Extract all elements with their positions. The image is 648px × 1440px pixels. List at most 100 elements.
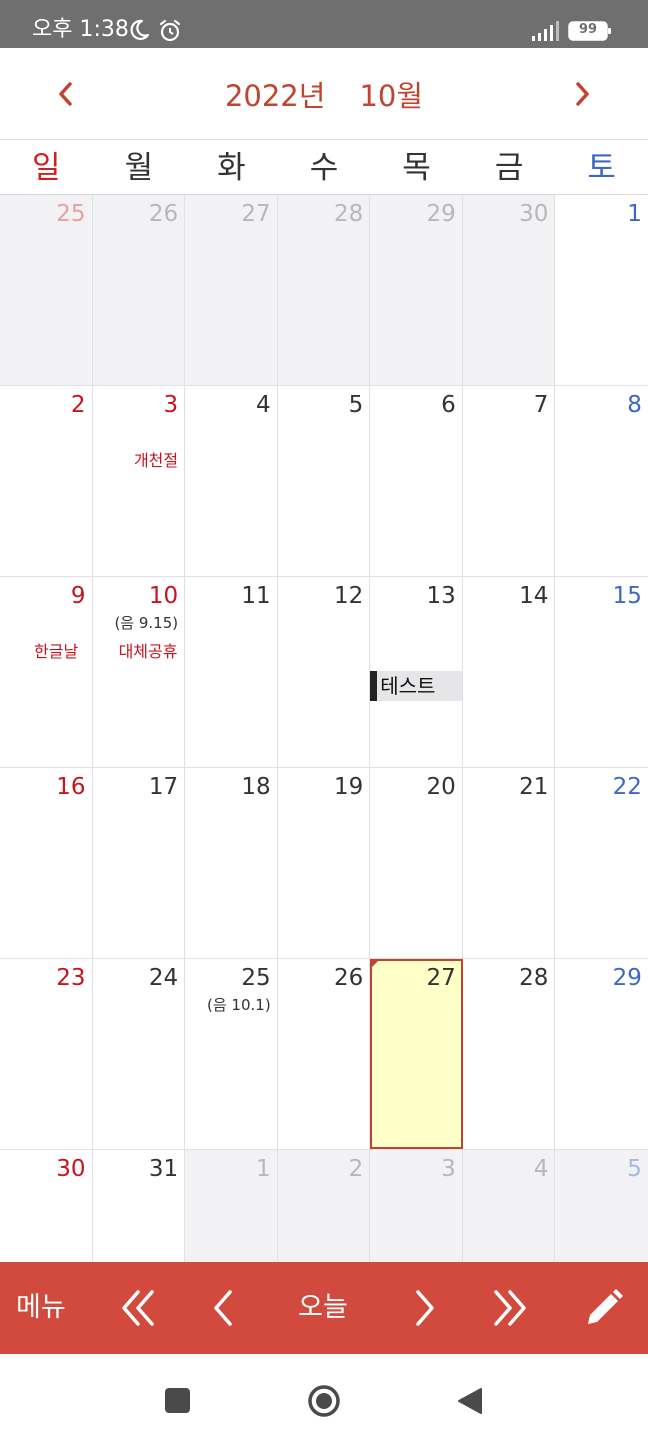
today-cell[interactable]: 27: [370, 959, 463, 1149]
day-cell[interactable]: 26: [277, 959, 371, 1149]
day-cell[interactable]: 18: [185, 768, 278, 958]
back-triangle-icon[interactable]: [455, 1386, 485, 1416]
day-cell[interactable]: 9 한글날: [0, 577, 93, 767]
weekday-header: 일 월 화 수 목 금 토: [0, 141, 648, 195]
day-number: 27: [241, 201, 271, 227]
day-cell[interactable]: 11: [185, 577, 278, 767]
day-cell[interactable]: 23: [0, 959, 93, 1149]
holiday-label: 대체공휴: [118, 642, 178, 661]
day-number: 4: [533, 1156, 549, 1182]
day-number: 25: [241, 965, 271, 991]
day-cell[interactable]: 20: [370, 768, 463, 958]
day-number: 27: [426, 965, 456, 991]
month-label: 10월: [359, 79, 424, 113]
day-cell[interactable]: 24: [92, 959, 186, 1149]
chevron-right-icon[interactable]: [400, 1284, 448, 1332]
day-cell[interactable]: 27: [185, 195, 278, 385]
menu-button[interactable]: 메뉴: [16, 1288, 76, 1328]
today-button[interactable]: 오늘: [288, 1288, 358, 1328]
day-cell[interactable]: 6: [370, 386, 463, 576]
day-number: 26: [333, 965, 364, 991]
month-header: 2022년 10월: [0, 48, 648, 140]
week-row: 9 한글날 10 (음 9.15) 대체공휴 11 12 13 테스트 14 1…: [0, 577, 648, 768]
day-number: 21: [519, 774, 549, 800]
weekday-wed: 수: [309, 150, 339, 186]
day-cell[interactable]: 30: [0, 1150, 93, 1262]
day-number: 29: [426, 201, 456, 227]
day-cell[interactable]: 7: [462, 386, 556, 576]
month-title[interactable]: 2022년 10월: [224, 76, 424, 116]
day-cell[interactable]: 12: [277, 577, 371, 767]
day-number: 28: [333, 201, 364, 227]
day-cell[interactable]: 25: [0, 195, 93, 385]
pencil-icon[interactable]: [580, 1284, 628, 1332]
event-test[interactable]: 테스트: [370, 671, 462, 701]
day-cell[interactable]: 31: [92, 1150, 186, 1262]
day-number: 16: [56, 774, 86, 800]
day-cell[interactable]: 4: [185, 386, 278, 576]
home-circle-icon[interactable]: [307, 1384, 341, 1418]
day-cell[interactable]: 2: [277, 1150, 371, 1262]
day-number: 30: [519, 201, 549, 227]
day-cell[interactable]: 29: [555, 959, 648, 1149]
day-cell[interactable]: 17: [92, 768, 186, 958]
prev-month-button[interactable]: [48, 72, 84, 116]
weekday-sat: 토: [587, 150, 616, 186]
weekday-mon: 월: [124, 150, 154, 186]
day-cell[interactable]: 28: [462, 959, 556, 1149]
day-cell[interactable]: 26: [92, 195, 186, 385]
day-cell[interactable]: 14: [462, 577, 556, 767]
day-number: 11: [241, 583, 271, 609]
day-cell[interactable]: 2: [0, 386, 93, 576]
day-number: 13: [426, 583, 456, 609]
day-number: 5: [348, 392, 364, 418]
battery-level: 99: [578, 22, 598, 37]
day-number: 7: [533, 392, 549, 418]
next-month-button[interactable]: [564, 72, 600, 116]
day-number: 24: [148, 965, 179, 991]
day-cell[interactable]: 19: [277, 768, 371, 958]
day-cell[interactable]: 10 (음 9.15) 대체공휴: [92, 577, 186, 767]
recents-square-icon[interactable]: [165, 1388, 190, 1413]
day-number: 9: [70, 583, 86, 609]
weekday-fri: 금: [494, 150, 524, 186]
alarm-icon: [159, 19, 181, 42]
day-cell[interactable]: 4: [462, 1150, 556, 1262]
day-cell[interactable]: 21: [462, 768, 556, 958]
day-cell[interactable]: 5: [555, 1150, 648, 1262]
day-cell[interactable]: 25 (음 10.1): [185, 959, 278, 1149]
day-cell[interactable]: 8: [555, 386, 648, 576]
week-row: 30 31 1 2 3 4 5: [0, 1150, 648, 1262]
day-number: 2: [70, 392, 86, 418]
day-number: 19: [333, 774, 364, 800]
chevron-left-icon[interactable]: [200, 1284, 248, 1332]
day-cell[interactable]: 1: [555, 195, 648, 385]
double-chevron-left-icon[interactable]: [114, 1284, 162, 1332]
day-cell[interactable]: 3: [370, 1150, 463, 1262]
double-chevron-right-icon[interactable]: [486, 1284, 534, 1332]
weekday-sun: 일: [32, 150, 61, 186]
day-cell[interactable]: 30: [462, 195, 556, 385]
day-cell[interactable]: 22: [555, 768, 648, 958]
calendar-grid: 25 26 27 28 29 30 1 2 3 개천절 4 5 6 7 8 9 …: [0, 195, 648, 1263]
day-number: 2: [348, 1156, 364, 1182]
day-cell[interactable]: 16: [0, 768, 93, 958]
weekday-thu: 목: [402, 150, 431, 186]
day-cell[interactable]: 28: [277, 195, 371, 385]
day-cell[interactable]: 1: [185, 1150, 278, 1262]
day-number: 6: [441, 392, 456, 418]
holiday-label: 한글날: [34, 642, 79, 661]
day-number: 15: [612, 583, 642, 609]
day-cell[interactable]: 13 테스트: [370, 577, 463, 767]
day-number: 26: [148, 201, 179, 227]
day-number: 20: [426, 774, 456, 800]
day-cell[interactable]: 3 개천절: [92, 386, 186, 576]
day-cell[interactable]: 5: [277, 386, 371, 576]
day-number: 8: [627, 392, 642, 418]
day-cell[interactable]: 29: [370, 195, 463, 385]
day-number: 29: [612, 965, 642, 991]
bottom-toolbar: 메뉴 오늘: [0, 1262, 648, 1354]
day-cell[interactable]: 15: [555, 577, 648, 767]
day-number: 18: [241, 774, 271, 800]
day-number: 28: [519, 965, 549, 991]
